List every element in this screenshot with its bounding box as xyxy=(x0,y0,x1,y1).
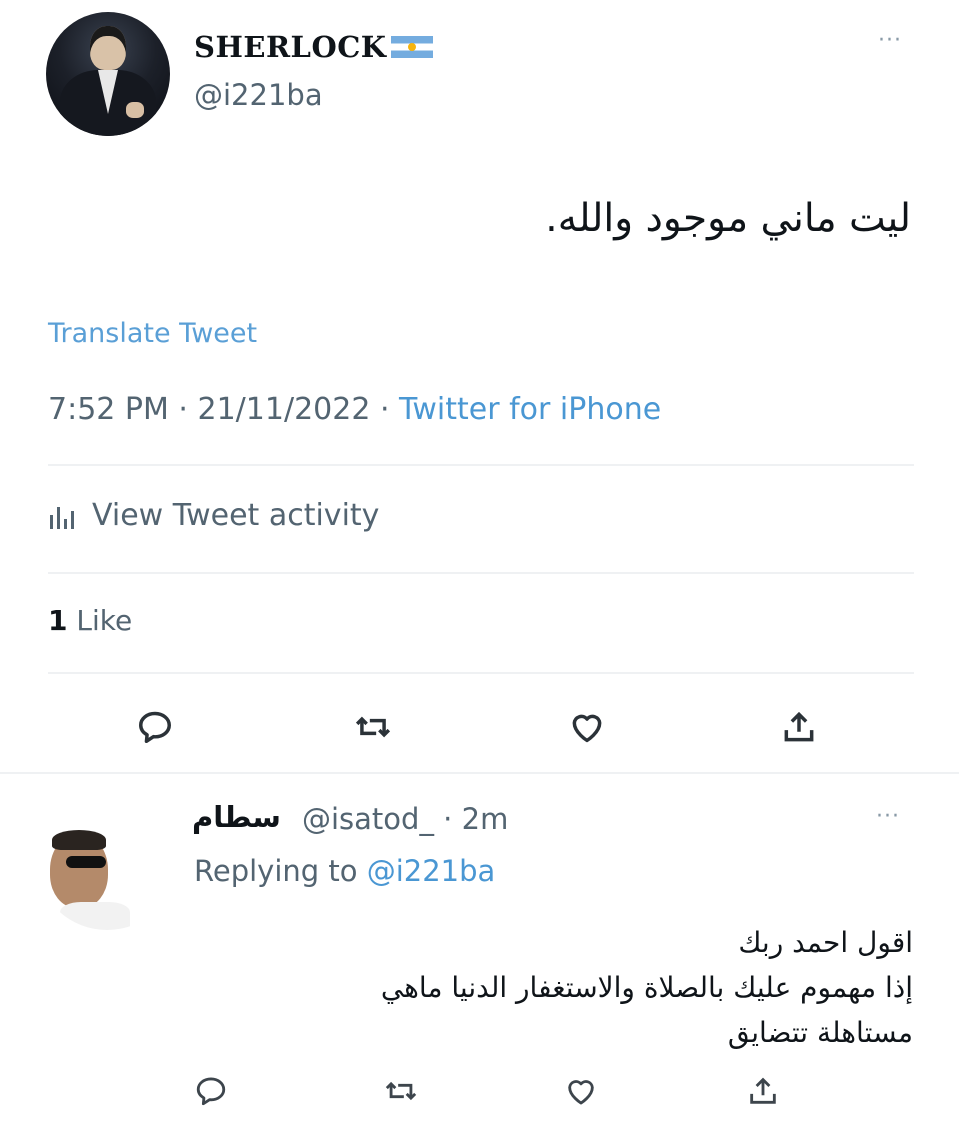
translate-tweet-link[interactable]: Translate Tweet xyxy=(48,318,257,349)
author-display-name[interactable]: SHERLOCK xyxy=(194,30,433,64)
likes-count[interactable]: 1 Like xyxy=(48,604,132,637)
divider xyxy=(0,772,959,774)
tweet-time[interactable]: 7:52 PM xyxy=(48,392,169,427)
like-count-label: Like xyxy=(67,604,133,637)
tweet-metadata: 7:52 PM · 21/11/2022 · Twitter for iPhon… xyxy=(48,392,661,427)
reply-text-line: اقول احمد ربك xyxy=(738,926,913,959)
heart-icon[interactable] xyxy=(568,708,606,746)
bar-chart-icon xyxy=(50,506,74,529)
tweet-source-link[interactable]: Twitter for iPhone xyxy=(399,392,661,427)
separator: · xyxy=(370,392,400,427)
heart-icon[interactable] xyxy=(564,1074,598,1108)
divider xyxy=(48,672,914,674)
reply-icon[interactable] xyxy=(136,708,174,746)
replying-to: Replying to @i221ba xyxy=(194,854,495,888)
replying-prefix: Replying to xyxy=(194,854,367,888)
reply-text: اقول احمد ربك إذا مهموم عليك بالصلاة وال… xyxy=(213,920,913,1055)
divider xyxy=(48,464,914,466)
author-handle[interactable]: @i221ba xyxy=(194,78,323,112)
retweet-icon[interactable] xyxy=(384,1074,418,1108)
retweet-icon[interactable] xyxy=(354,708,392,746)
more-options-icon[interactable]: ··· xyxy=(876,804,900,829)
reply-text-line: إذا مهموم عليك بالصلاة والاستغفار الدنيا… xyxy=(380,971,913,1004)
like-count-number: 1 xyxy=(48,604,68,637)
view-tweet-activity-button[interactable]: View Tweet activity xyxy=(48,498,379,533)
argentina-flag-icon xyxy=(390,36,433,58)
reply-author-name[interactable]: سطام xyxy=(192,800,281,834)
author-avatar[interactable] xyxy=(46,12,170,136)
reply-author-avatar[interactable] xyxy=(40,806,174,930)
author-name-text: SHERLOCK xyxy=(194,30,387,64)
separator: · xyxy=(168,392,198,427)
divider xyxy=(48,572,914,574)
tweet-text: ليت ماني موجود والله. xyxy=(545,196,911,241)
tweet-date[interactable]: 21/11/2022 xyxy=(198,392,371,427)
reply-author-handle-time[interactable]: @isatod_ · 2m xyxy=(302,802,508,836)
replying-mention-link[interactable]: @i221ba xyxy=(367,854,496,888)
more-options-icon[interactable]: ··· xyxy=(878,28,902,53)
reply-text-line: مستاهلة تتضايق xyxy=(727,1016,913,1049)
share-icon[interactable] xyxy=(780,708,818,746)
share-icon[interactable] xyxy=(746,1074,780,1108)
activity-label: View Tweet activity xyxy=(92,498,380,533)
reply-icon[interactable] xyxy=(194,1074,228,1108)
